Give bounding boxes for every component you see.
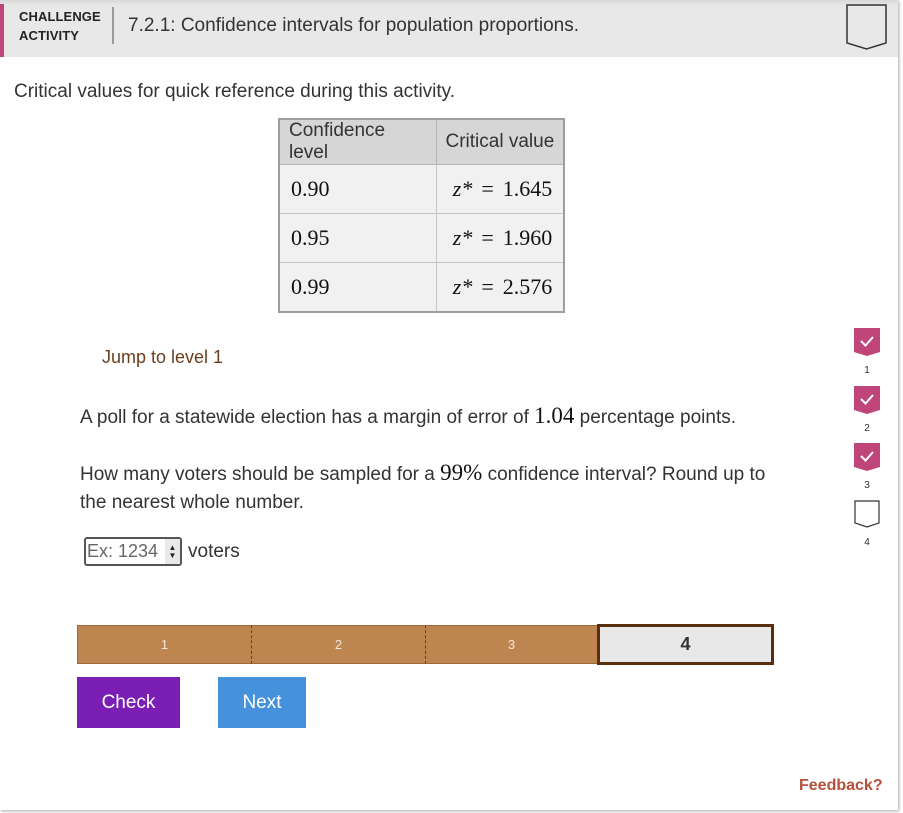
reference-intro: Critical values for quick reference duri… bbox=[14, 81, 456, 102]
shield-outline-icon bbox=[854, 500, 880, 528]
table-header-row: Confidence level Critical value bbox=[278, 118, 565, 165]
activity-type-line1: CHALLENGE bbox=[19, 9, 101, 24]
activity-type-label: CHALLENGE ACTIVITY bbox=[19, 7, 101, 45]
header-accent-bar bbox=[0, 4, 4, 57]
level-2-segment[interactable]: 2 bbox=[251, 625, 425, 664]
equals-sign: = bbox=[481, 273, 494, 299]
critical-value-cell: z* = 2.576 bbox=[435, 262, 565, 312]
question-paragraph-1: A poll for a statewide election has a ma… bbox=[80, 403, 736, 429]
tracker-item-3: 3 bbox=[852, 443, 882, 491]
level-1-segment[interactable]: 1 bbox=[77, 625, 251, 664]
z-star-symbol: z* bbox=[452, 273, 473, 299]
completion-badge-icon bbox=[846, 4, 887, 50]
header-confidence-level: Confidence level bbox=[278, 118, 437, 165]
confidence-level-cell: 0.95 bbox=[278, 213, 437, 263]
tracker-label: 4 bbox=[864, 537, 870, 548]
header-critical-value: Critical value bbox=[435, 118, 565, 165]
activity-container: CHALLENGE ACTIVITY 7.2.1: Confidence int… bbox=[0, 0, 898, 810]
question-paragraph-2: How many voters should be sampled for a … bbox=[80, 459, 780, 517]
table-row: 0.99 z* = 2.576 bbox=[278, 262, 565, 312]
z-star-symbol: z* bbox=[452, 225, 473, 250]
checkmark-icon bbox=[854, 328, 880, 356]
critical-value-cell: z* = 1.645 bbox=[435, 164, 565, 214]
header-divider bbox=[112, 7, 114, 44]
z-star-symbol: z* bbox=[452, 176, 473, 201]
activity-title: 7.2.1: Confidence intervals for populati… bbox=[128, 15, 579, 36]
checkmark-icon bbox=[854, 386, 880, 414]
level-4-segment-current[interactable]: 4 bbox=[597, 624, 774, 665]
critical-value: 2.576 bbox=[502, 273, 553, 299]
confidence-level-value: 99% bbox=[440, 460, 483, 485]
equals-sign: = bbox=[481, 176, 494, 201]
tracker-label: 1 bbox=[864, 365, 870, 376]
spinner-down-icon[interactable]: ▼ bbox=[169, 551, 177, 560]
answer-input[interactable] bbox=[87, 541, 165, 562]
tracker-item-4: 4 bbox=[852, 500, 882, 548]
confidence-level-cell: 0.99 bbox=[278, 262, 437, 312]
question-text: percentage points. bbox=[574, 407, 737, 428]
confidence-level-cell: 0.90 bbox=[278, 164, 437, 214]
tracker-item-1: 1 bbox=[852, 328, 882, 376]
activity-header: CHALLENGE ACTIVITY 7.2.1: Confidence int… bbox=[0, 0, 898, 57]
question-text: A poll for a statewide election has a ma… bbox=[80, 407, 535, 428]
next-button[interactable]: Next bbox=[218, 677, 306, 728]
level-progress-bar: 1 2 3 4 bbox=[77, 624, 774, 665]
critical-value-cell: z* = 1.960 bbox=[435, 213, 565, 263]
answer-units: voters bbox=[188, 540, 240, 562]
activity-type-line2: ACTIVITY bbox=[19, 28, 80, 43]
critical-value: 1.645 bbox=[502, 176, 553, 201]
answer-input-wrapper: ▲ ▼ bbox=[84, 537, 182, 566]
feedback-link[interactable]: Feedback? bbox=[799, 777, 883, 795]
level-3-segment[interactable]: 3 bbox=[425, 625, 597, 664]
equals-sign: = bbox=[481, 225, 494, 250]
question-text: How many voters should be sampled for a bbox=[80, 464, 441, 485]
tracker-item-2: 2 bbox=[852, 386, 882, 434]
jump-to-level-link[interactable]: Jump to level 1 bbox=[102, 347, 223, 368]
answer-row: ▲ ▼ voters bbox=[84, 537, 240, 566]
table-row: 0.95 z* = 1.960 bbox=[278, 213, 565, 263]
table-row: 0.90 z* = 1.645 bbox=[278, 164, 565, 214]
critical-value: 1.960 bbox=[502, 225, 553, 250]
critical-values-table: Confidence level Critical value 0.90 z* =… bbox=[278, 118, 566, 313]
tracker-label: 3 bbox=[864, 480, 870, 491]
margin-of-error-value: 1.04 bbox=[534, 403, 575, 428]
check-button[interactable]: Check bbox=[77, 677, 180, 728]
checkmark-icon bbox=[854, 443, 880, 471]
number-spinner[interactable]: ▲ ▼ bbox=[165, 539, 180, 564]
tracker-label: 2 bbox=[864, 423, 870, 434]
